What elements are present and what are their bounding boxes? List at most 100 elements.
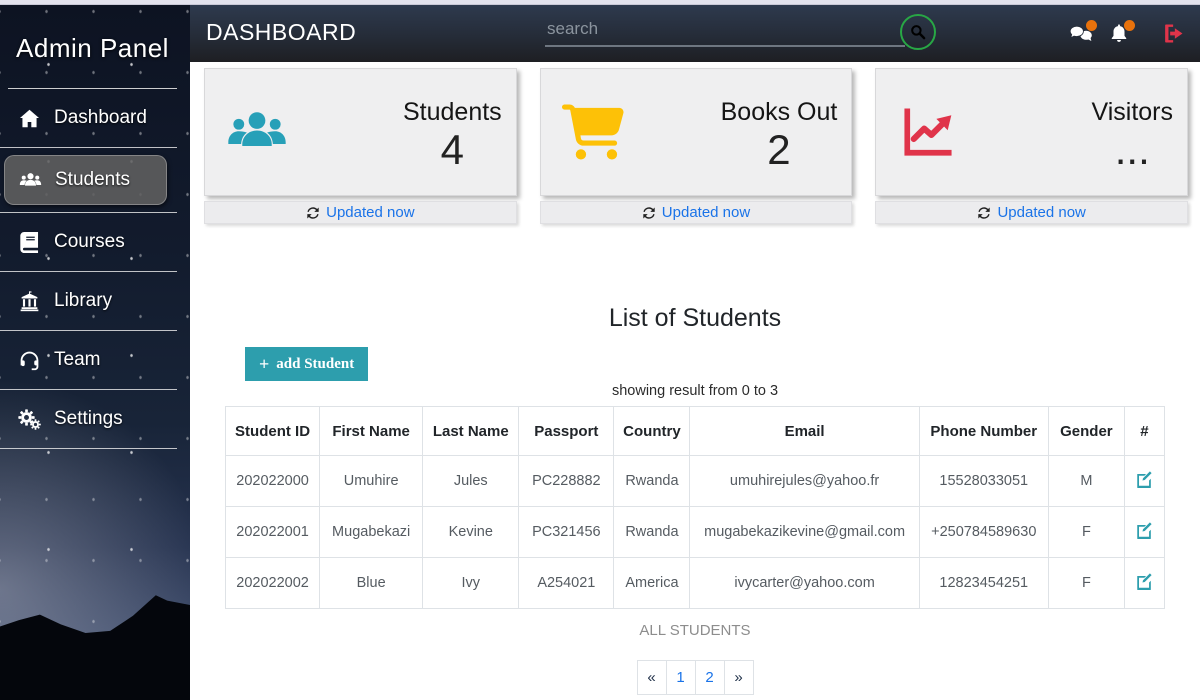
cell-last-name: Kevine — [423, 507, 519, 558]
table-header-row: Student ID First Name Last Name Passport… — [226, 407, 1165, 456]
cell-phone: 15528033051 — [919, 456, 1048, 507]
sidebar-item-label: Courses — [54, 231, 125, 253]
section-heading: List of Students — [190, 304, 1200, 333]
table-row: 202022000 Umuhire Jules PC228882 Rwanda … — [226, 456, 1165, 507]
cell-passport: PC228882 — [519, 456, 614, 507]
cell-gender: M — [1048, 456, 1124, 507]
visitors-card: Visitors ... — [875, 68, 1188, 196]
refresh-icon — [977, 206, 991, 220]
col-student-id: Student ID — [226, 407, 320, 456]
sidebar-item-dashboard[interactable]: Dashboard — [0, 89, 177, 147]
visitors-card-footer[interactable]: Updated now — [875, 201, 1188, 224]
pagination: « 1 2 » — [225, 660, 1165, 695]
topbar: DASHBOARD — [190, 5, 1200, 62]
pagination-page-1[interactable]: 1 — [666, 660, 696, 695]
students-card-footer[interactable]: Updated now — [204, 201, 517, 224]
books-card-footer[interactable]: Updated now — [540, 201, 853, 224]
chart-line-icon — [897, 103, 959, 161]
headset-icon — [18, 350, 41, 371]
search-box — [545, 15, 905, 47]
card-value: 4 — [441, 127, 464, 173]
sidebar-item-label: Students — [55, 169, 130, 191]
card-value: 2 — [767, 127, 790, 173]
updated-label: Updated now — [997, 204, 1085, 221]
cell-passport: A254021 — [519, 558, 614, 609]
notifications-badge — [1124, 20, 1135, 31]
university-icon — [18, 291, 41, 312]
refresh-icon — [642, 206, 656, 220]
edit-student-button[interactable] — [1135, 521, 1153, 542]
sidebar-item-label: Dashboard — [54, 107, 147, 129]
cell-last-name: Jules — [423, 456, 519, 507]
messages-button[interactable] — [1069, 23, 1093, 45]
notifications-button[interactable] — [1107, 23, 1131, 45]
add-student-label: add Student — [276, 356, 354, 373]
cell-first-name: Blue — [320, 558, 423, 609]
cell-email: umuhirejules@yahoo.fr — [690, 456, 919, 507]
table-row: 202022001 Mugabekazi Kevine PC321456 Rwa… — [226, 507, 1165, 558]
cell-country: Rwanda — [614, 507, 690, 558]
card-title: Books Out — [721, 98, 838, 127]
page-title: DASHBOARD — [206, 19, 356, 46]
book-icon — [18, 232, 41, 253]
col-gender: Gender — [1048, 407, 1124, 456]
cell-email: mugabekazikevine@gmail.com — [690, 507, 919, 558]
content: Students 4 Updated now — [190, 62, 1200, 700]
cell-student-id: 202022001 — [226, 507, 320, 558]
search-icon — [909, 23, 927, 41]
cell-gender: F — [1048, 558, 1124, 609]
edit-student-button[interactable] — [1135, 572, 1153, 593]
sidebar-item-label: Library — [54, 290, 112, 312]
sign-out-icon — [1161, 22, 1186, 45]
sidebar-item-library[interactable]: Library — [0, 272, 177, 330]
cell-actions — [1124, 558, 1164, 609]
cell-gender: F — [1048, 507, 1124, 558]
students-card: Students 4 — [204, 68, 517, 196]
col-country: Country — [614, 407, 690, 456]
pagination-page-2[interactable]: 2 — [695, 660, 725, 695]
edit-student-button[interactable] — [1135, 470, 1153, 491]
sidebar-item-label: Settings — [54, 408, 123, 430]
students-table: Student ID First Name Last Name Passport… — [225, 406, 1165, 609]
users-icon — [19, 170, 42, 191]
cell-first-name: Mugabekazi — [320, 507, 423, 558]
refresh-icon — [306, 206, 320, 220]
sidebar-title: Admin Panel — [8, 5, 177, 89]
cell-phone: +250784589630 — [919, 507, 1048, 558]
search-button[interactable] — [900, 14, 936, 50]
cell-country: America — [614, 558, 690, 609]
messages-badge — [1086, 20, 1097, 31]
pagination-next[interactable]: » — [724, 660, 754, 695]
gears-icon — [18, 409, 41, 430]
plus-icon: + — [259, 355, 269, 373]
card-title: Visitors — [1092, 98, 1174, 127]
edit-icon — [1135, 521, 1153, 539]
pagination-prev[interactable]: « — [637, 660, 667, 695]
cell-country: Rwanda — [614, 456, 690, 507]
cell-first-name: Umuhire — [320, 456, 423, 507]
cell-email: ivycarter@yahoo.com — [690, 558, 919, 609]
cell-actions — [1124, 456, 1164, 507]
sidebar-item-courses[interactable]: Courses — [0, 213, 177, 271]
table-row: 202022002 Blue Ivy A254021 America ivyca… — [226, 558, 1165, 609]
sign-out-button[interactable] — [1161, 22, 1186, 45]
sidebar-item-students[interactable]: Students — [4, 155, 167, 205]
cell-student-id: 202022002 — [226, 558, 320, 609]
col-phone: Phone Number — [919, 407, 1048, 456]
edit-icon — [1135, 572, 1153, 590]
search-input[interactable] — [545, 15, 905, 47]
add-student-button[interactable]: + add Student — [245, 347, 368, 381]
cell-last-name: Ivy — [423, 558, 519, 609]
result-count-text: showing result from 0 to 3 — [225, 383, 1165, 399]
cell-actions — [1124, 507, 1164, 558]
users-icon — [226, 103, 288, 161]
sidebar-item-team[interactable]: Team — [0, 331, 177, 389]
updated-label: Updated now — [662, 204, 750, 221]
books-out-card: Books Out 2 — [540, 68, 853, 196]
card-title: Students — [403, 98, 502, 127]
app-window: Admin Panel Dashboard Students Courses L… — [0, 5, 1200, 700]
edit-icon — [1135, 470, 1153, 488]
stat-cards-row: Students 4 Updated now — [190, 62, 1200, 224]
sidebar-item-settings[interactable]: Settings — [0, 390, 177, 448]
cell-phone: 12823454251 — [919, 558, 1048, 609]
